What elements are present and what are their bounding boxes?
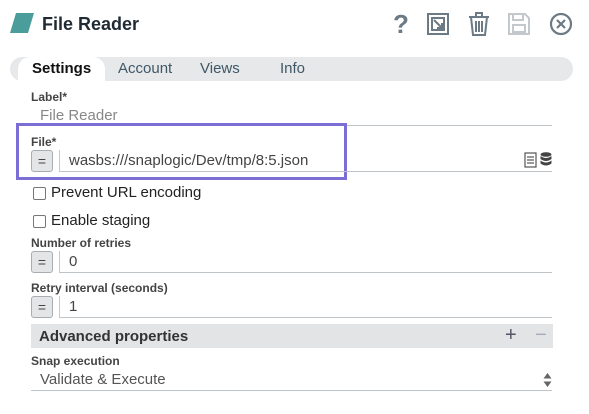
file-field-label: File* bbox=[31, 135, 57, 149]
advanced-properties-header: Advanced properties + − bbox=[31, 324, 553, 348]
save-icon[interactable] bbox=[505, 10, 533, 38]
prevent-url-encoding-checkbox[interactable] bbox=[33, 187, 46, 200]
remove-property-button[interactable]: − bbox=[535, 324, 547, 347]
add-property-button[interactable]: + bbox=[505, 324, 517, 347]
tab-account[interactable]: Account bbox=[118, 57, 172, 81]
help-icon[interactable]: ? bbox=[386, 10, 414, 38]
tab-settings[interactable]: Settings bbox=[18, 57, 106, 81]
trash-icon[interactable] bbox=[465, 10, 493, 38]
file-input[interactable]: wasbs:///snaplogic/Dev/tmp/8:5.json bbox=[60, 150, 552, 172]
database-icon[interactable] bbox=[540, 152, 552, 167]
retries-field-label: Number of retries bbox=[31, 236, 132, 250]
file-input-value: wasbs:///snaplogic/Dev/tmp/8:5.json bbox=[69, 152, 309, 169]
retries-input[interactable]: 0 bbox=[60, 251, 552, 273]
retries-input-value: 0 bbox=[69, 253, 78, 270]
file-browse-icon[interactable] bbox=[524, 152, 537, 168]
label-field-label: Label* bbox=[31, 90, 68, 104]
select-arrows-icon bbox=[543, 373, 552, 387]
snap-execution-select[interactable]: Validate & Execute bbox=[31, 369, 552, 391]
retries-expression-toggle[interactable]: = bbox=[31, 251, 53, 273]
prevent-url-encoding-label: Prevent URL encoding bbox=[51, 184, 202, 201]
retry-interval-field-label: Retry interval (seconds) bbox=[31, 281, 168, 295]
tab-views[interactable]: Views bbox=[200, 57, 240, 81]
tab-bar: Settings Account Views Info bbox=[10, 57, 573, 81]
retry-interval-input-value: 1 bbox=[69, 298, 78, 315]
snap-execution-value: Validate & Execute bbox=[40, 371, 166, 388]
enable-staging-checkbox[interactable] bbox=[33, 215, 46, 228]
retry-interval-expression-toggle[interactable]: = bbox=[31, 296, 53, 318]
close-icon[interactable] bbox=[547, 10, 575, 38]
advanced-properties-title: Advanced properties bbox=[39, 328, 189, 345]
snap-execution-label: Snap execution bbox=[31, 354, 120, 368]
dialog-header: File Reader ? bbox=[0, 0, 589, 50]
enable-staging-label: Enable staging bbox=[51, 212, 151, 229]
file-expression-toggle[interactable]: = bbox=[31, 150, 53, 172]
tab-info[interactable]: Info bbox=[280, 57, 305, 81]
dialog-title: File Reader bbox=[42, 14, 140, 34]
export-icon[interactable] bbox=[424, 10, 452, 38]
snap-logo-icon bbox=[10, 13, 34, 33]
retry-interval-input[interactable]: 1 bbox=[60, 296, 552, 318]
label-input-value: File Reader bbox=[40, 107, 118, 124]
svg-text:?: ? bbox=[393, 11, 409, 37]
